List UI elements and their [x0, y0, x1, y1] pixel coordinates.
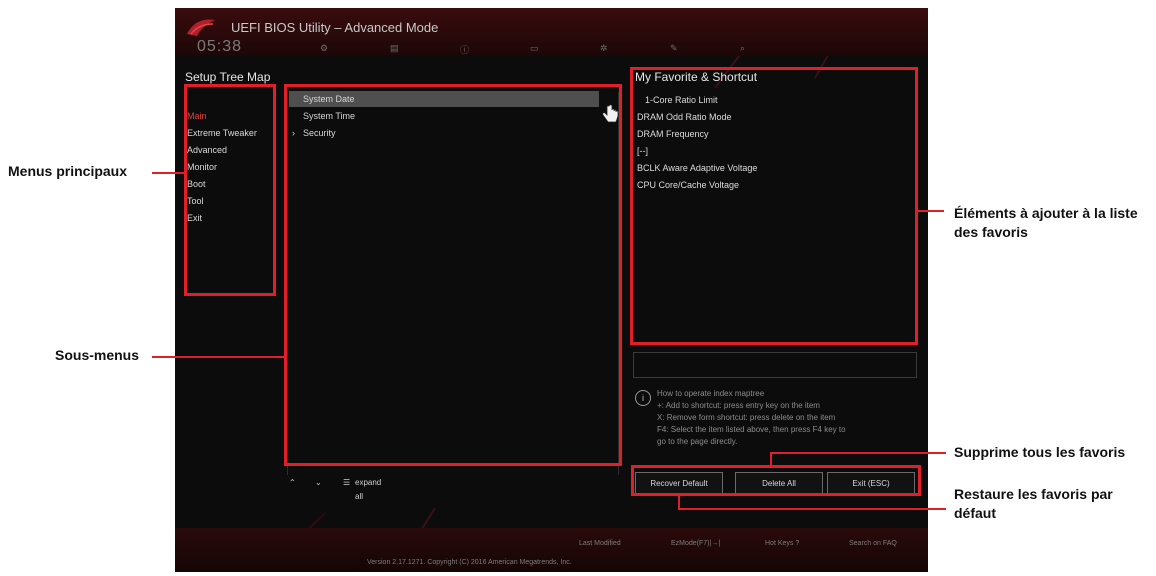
- rog-logo-icon: [187, 19, 215, 36]
- bios-top-bar: UEFI BIOS Utility – Advanced Mode 05:38 …: [175, 8, 928, 56]
- highlight-buttons: [631, 465, 921, 496]
- search-faq-link[interactable]: Search on FAQ: [849, 540, 897, 547]
- strip-search-icon[interactable]: ⌕: [740, 43, 745, 54]
- strip-menu-icon[interactable]: ▤: [390, 43, 399, 54]
- leader-main-menus: [152, 172, 184, 174]
- label-submenus: Sous-menus: [55, 347, 140, 363]
- label-recover-line1: Restaure les favoris par: [954, 486, 1113, 502]
- highlight-submenus: [284, 84, 622, 466]
- leader-submenus: [152, 356, 284, 358]
- help-line: +: Add to shortcut: press entry key on t…: [657, 401, 820, 410]
- help-line: How to operate index maptree: [657, 389, 765, 398]
- setup-tree-map-title: Setup Tree Map: [185, 70, 271, 84]
- label-recover-line2: défaut: [954, 505, 996, 521]
- expand-chevron-down-icon[interactable]: ⌄: [315, 476, 322, 490]
- leader-recover: [678, 508, 946, 510]
- strip-gear-icon[interactable]: ⚙: [320, 43, 328, 54]
- version-text: Version 2.17.1271. Copyright (C) 2016 Am…: [367, 559, 572, 566]
- label-favorites-line1: Éléments à ajouter à la liste: [954, 205, 1138, 221]
- hot-keys-link[interactable]: Hot Keys ?: [765, 540, 799, 547]
- ezmode-link[interactable]: EzMode(F7)|→|: [671, 540, 720, 547]
- expand-all-label[interactable]: expand all: [355, 476, 381, 501]
- help-line: X: Remove form shortcut: press delete on…: [657, 413, 836, 422]
- info-icon: i: [635, 390, 651, 406]
- label-favorites: Éléments à ajouter à la liste des favori…: [954, 204, 1138, 242]
- collapse-chevron-up-icon[interactable]: ⌃: [289, 476, 296, 490]
- label-recover-default: Restaure les favoris par défaut: [954, 485, 1113, 523]
- bios-status-strip: 05:38 ⚙ ▤ ⓘ ▭ ✲ ✎ ⌕: [175, 38, 928, 56]
- highlight-favorites: [630, 67, 918, 345]
- label-main-menus: Menus principaux: [8, 163, 128, 179]
- help-line: F4: Select the item listed above, then p…: [657, 425, 846, 434]
- strip-fan-icon[interactable]: ✲: [600, 43, 608, 54]
- bios-title: UEFI BIOS Utility – Advanced Mode: [231, 20, 439, 35]
- highlight-main-menus: [184, 84, 276, 296]
- strip-monitor-icon[interactable]: ▭: [530, 43, 539, 54]
- bios-clock: 05:38: [197, 38, 243, 55]
- favorites-input-box[interactable]: [633, 352, 917, 378]
- label-delete-all: Supprime tous les favoris: [954, 444, 1126, 460]
- label-favorites-line2: des favoris: [954, 224, 1028, 240]
- help-text: How to operate index maptree +: Add to s…: [657, 388, 915, 448]
- leader-favorites: [918, 210, 944, 212]
- leader-delete-vertical: [770, 452, 772, 466]
- strip-tools-icon[interactable]: ✎: [670, 43, 678, 54]
- help-line: go to the page directly.: [657, 437, 738, 446]
- last-modified-link[interactable]: Last Modified: [579, 540, 621, 547]
- bios-footer: Last Modified EzMode(F7)|→| Hot Keys ? S…: [175, 528, 928, 572]
- strip-info-icon[interactable]: ⓘ: [460, 43, 469, 56]
- leader-delete: [770, 452, 946, 454]
- list-icon[interactable]: ☰: [343, 476, 350, 490]
